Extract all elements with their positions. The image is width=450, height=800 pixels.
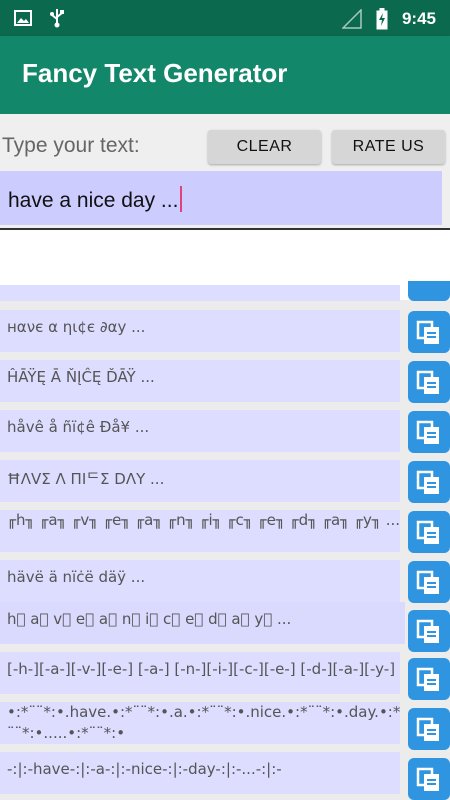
copy-icon bbox=[416, 767, 439, 791]
battery-icon bbox=[376, 8, 388, 30]
text-input-text: have a nice day ... bbox=[8, 189, 179, 212]
copy-button[interactable] bbox=[408, 758, 450, 800]
result-label: нανє α ηι¢є ∂αу ... bbox=[7, 318, 146, 336]
result-label: ĦΛVΣ Λ ПIᄃΣ DΛY ... bbox=[7, 470, 165, 488]
copy-button[interactable] bbox=[408, 411, 450, 453]
copy-icon bbox=[416, 320, 439, 344]
copy-button[interactable] bbox=[408, 561, 450, 603]
result-text[interactable]: -:|:-have-:|:-a-:|:-nice-:|:-day-:|:-...… bbox=[0, 752, 400, 794]
copy-button[interactable] bbox=[408, 708, 450, 750]
text-cursor bbox=[180, 186, 183, 212]
copy-icon bbox=[416, 470, 439, 494]
copy-button-partial[interactable] bbox=[408, 281, 450, 301]
rate-us-button[interactable]: RATE US bbox=[332, 130, 445, 164]
input-controls: Type your text: CLEAR RATE US have a nic… bbox=[0, 114, 450, 229]
text-input[interactable]: have a nice day ... bbox=[0, 171, 442, 225]
result-text[interactable]: •:*¨¨*:•.have.•:*¨¨*:•.a.•:*¨¨*:•.nice.•… bbox=[0, 702, 400, 744]
status-left-icons bbox=[14, 8, 64, 28]
app-bar: Fancy Text Generator bbox=[0, 36, 450, 114]
prompt-label: Type your text: bbox=[2, 134, 140, 157]
copy-button[interactable] bbox=[408, 658, 450, 700]
signal-icon bbox=[341, 9, 362, 29]
copy-button[interactable] bbox=[408, 610, 450, 652]
copy-icon bbox=[416, 619, 439, 643]
result-text[interactable]: h⃣ a⃣ v⃣ e⃣ a⃣ n⃣ i⃣ c⃣ e⃣ d⃣ a⃣ y⃣ ... bbox=[0, 602, 405, 644]
text-input-value: have a nice day ... bbox=[8, 186, 183, 213]
copy-button[interactable] bbox=[408, 511, 450, 553]
result-cell-partial[interactable] bbox=[0, 285, 400, 301]
clear-button[interactable]: CLEAR bbox=[208, 130, 321, 164]
result-text[interactable]: ĤĀŸĘ Ā ŇĮĈĘ ĎĀŸ ... bbox=[0, 360, 400, 402]
result-label: h⃣ a⃣ v⃣ e⃣ a⃣ n⃣ i⃣ c⃣ e⃣ d⃣ a⃣ y⃣ ... bbox=[7, 610, 292, 628]
copy-button[interactable] bbox=[408, 461, 450, 503]
copy-button[interactable] bbox=[408, 361, 450, 403]
result-label: ╓h╖ ╓a╖ ╓v╖ ╓e╖ ╓a╖ ╓n╖ ╓i╖ ╓c╖ ╓e╖ ╓d╖ … bbox=[7, 511, 400, 529]
copy-button[interactable] bbox=[408, 311, 450, 353]
copy-icon bbox=[416, 570, 439, 594]
app-title: Fancy Text Generator bbox=[22, 58, 288, 88]
clock: 9:45 bbox=[401, 9, 436, 28]
result-label: •:*¨¨*:•.have.•:*¨¨*:•.a.•:*¨¨*:•.nice.•… bbox=[7, 703, 400, 742]
status-right: 9:45 bbox=[341, 8, 436, 30]
result-text[interactable]: håvê å ñï¢ê Ðå¥ ... bbox=[0, 410, 400, 452]
result-text[interactable]: ╓h╖ ╓a╖ ╓v╖ ╓e╖ ╓a╖ ╓n╖ ╓i╖ ╓c╖ ╓e╖ ╓d╖ … bbox=[0, 510, 400, 552]
result-label: håvê å ñï¢ê Ðå¥ ... bbox=[7, 418, 150, 436]
result-label: hävë ä nïċë däÿ ... bbox=[7, 568, 146, 586]
copy-icon bbox=[416, 667, 439, 691]
copy-icon bbox=[416, 370, 439, 394]
result-label: [-h-][-a-][-v-][-e-] [-a-] [-n-][-i-][-c… bbox=[7, 660, 400, 678]
status-bar: 9:45 bbox=[0, 0, 450, 36]
result-text[interactable]: [-h-][-a-][-v-][-e-] [-a-] [-n-][-i-][-c… bbox=[0, 652, 400, 694]
copy-icon bbox=[416, 520, 439, 544]
result-text[interactable]: hävë ä nïċë däÿ ... bbox=[0, 560, 400, 602]
copy-icon bbox=[416, 717, 439, 741]
copy-icon bbox=[416, 420, 439, 444]
image-icon bbox=[14, 10, 32, 26]
usb-icon bbox=[50, 9, 64, 28]
result-text[interactable]: ĦΛVΣ Λ ПIᄃΣ DΛY ... bbox=[0, 460, 400, 502]
result-label: -:|:-have-:|:-a-:|:-nice-:|:-day-:|:-...… bbox=[7, 760, 282, 778]
result-text[interactable]: нανє α ηι¢є ∂αу ... bbox=[0, 310, 400, 352]
result-label: ĤĀŸĘ Ā ŇĮĈĘ ĎĀŸ ... bbox=[7, 368, 155, 386]
